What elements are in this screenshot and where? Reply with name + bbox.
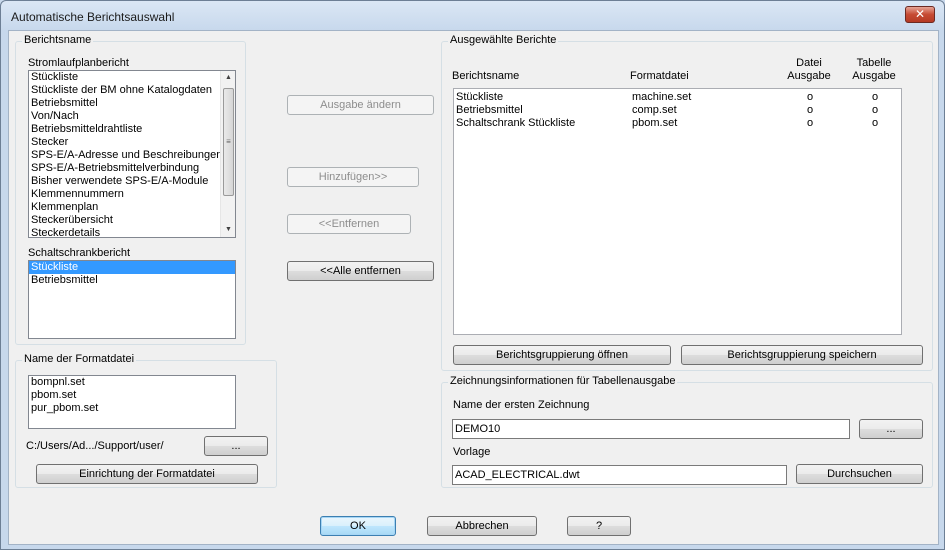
scroll-up-icon[interactable]: ▲: [221, 71, 235, 85]
schematic-list-item[interactable]: Von/Nach: [29, 110, 235, 123]
schematic-list-item[interactable]: Betriebsmittel: [29, 97, 235, 110]
schematic-report-label: Stromlaufplanbericht: [28, 57, 129, 69]
open-report-group-button[interactable]: Berichtsgruppierung öffnen: [453, 345, 671, 365]
schematic-list-item[interactable]: Steckerübersicht: [29, 214, 235, 227]
schematic-list-item[interactable]: Betriebsmitteldrahtliste: [29, 123, 235, 136]
cancel-button[interactable]: Abbrechen: [427, 516, 537, 536]
selected-reports-table[interactable]: Stückliste machine.set o o Betriebsmittel com…: [453, 88, 902, 335]
window-title: Automatische Berichtsauswahl: [11, 10, 175, 24]
panel-list-item[interactable]: Stückliste: [29, 261, 235, 274]
format-file-cell: pbom.set: [632, 117, 678, 129]
selected-reports-legend: Ausgewählte Berichte: [448, 34, 559, 46]
col-header-report-name: Berichtsname: [452, 70, 520, 82]
format-setup-button[interactable]: Einrichtung der Formatdatei: [36, 464, 258, 484]
dialog-window: Automatische Berichtsauswahl ✕ Berichtsn…: [0, 0, 945, 550]
first-drawing-input[interactable]: DEMO10: [452, 419, 850, 439]
col-header-table-output-2: Ausgabe: [852, 70, 896, 82]
table-output-cell: o: [871, 104, 879, 116]
remove-button[interactable]: <<Entfernen: [287, 214, 411, 234]
change-output-button[interactable]: Ausgabe ändern: [287, 95, 434, 115]
template-label: Vorlage: [453, 446, 491, 458]
table-output-cell: o: [871, 117, 879, 129]
file-output-cell: o: [806, 91, 814, 103]
schematic-list-item[interactable]: Stecker: [29, 136, 235, 149]
schematic-list-item[interactable]: Bisher verwendete SPS-E/A-Module: [29, 175, 235, 188]
schematic-list-item[interactable]: Steckerdetails: [29, 227, 235, 237]
report-name-cell: Betriebsmittel: [456, 104, 523, 116]
format-browse-button[interactable]: ...: [204, 436, 268, 456]
format-file-list[interactable]: bompnl.set pbom.set pur_pbom.set: [28, 375, 236, 429]
panel-report-label: Schaltschrankbericht: [28, 247, 131, 259]
file-output-cell: o: [806, 104, 814, 116]
format-file-cell: machine.set: [632, 91, 692, 103]
schematic-list-item[interactable]: SPS-E/A-Betriebsmittelverbindung: [29, 162, 235, 175]
schematic-list-item[interactable]: Klemmennummern: [29, 188, 235, 201]
file-output-cell: o: [806, 117, 814, 129]
format-list-item[interactable]: bompnl.set: [29, 376, 235, 389]
col-header-table-output-1: Tabelle: [856, 57, 892, 69]
first-drawing-label: Name der ersten Zeichnung: [453, 399, 590, 411]
dialog-client: Berichtsname Stromlaufplanbericht Stückl…: [8, 30, 939, 545]
col-header-file-output-1: Datei: [796, 57, 822, 69]
schematic-list-item[interactable]: SPS-E/A-Adresse und Beschreibungen: [29, 149, 235, 162]
table-row[interactable]: Schaltschrank Stückliste pbom.set o o: [454, 117, 901, 130]
help-button[interactable]: ?: [567, 516, 631, 536]
drawing-info-legend: Zeichnungsinformationen für Tabellenausg…: [448, 375, 678, 387]
ok-button[interactable]: OK: [320, 516, 396, 536]
format-file-legend: Name der Formatdatei: [22, 353, 137, 365]
panel-report-list[interactable]: Stückliste Betriebsmittel: [28, 260, 236, 339]
template-browse-button[interactable]: Durchsuchen: [796, 464, 923, 484]
col-header-format-file: Formatdatei: [630, 70, 689, 82]
report-name-legend: Berichtsname: [22, 34, 94, 46]
add-button[interactable]: Hinzufügen>>: [287, 167, 419, 187]
format-list-item[interactable]: pbom.set: [29, 389, 235, 402]
schematic-list-item[interactable]: Stückliste der BM ohne Katalogdaten: [29, 84, 235, 97]
table-row[interactable]: Stückliste machine.set o o: [454, 91, 901, 104]
save-report-group-button[interactable]: Berichtsgruppierung speichern: [681, 345, 923, 365]
close-icon: ✕: [914, 7, 926, 21]
format-path-text: C:/Users/Ad.../Support/user/: [26, 440, 164, 452]
schematic-list-item[interactable]: Stückliste: [29, 71, 235, 84]
schematic-list-scrollbar[interactable]: ▲ ≡ ▼: [220, 71, 235, 237]
format-list-item[interactable]: pur_pbom.set: [29, 402, 235, 415]
table-row[interactable]: Betriebsmittel comp.set o o: [454, 104, 901, 117]
table-output-cell: o: [871, 91, 879, 103]
remove-all-button[interactable]: <<Alle entfernen: [287, 261, 434, 281]
first-drawing-browse-button[interactable]: ...: [859, 419, 923, 439]
close-button[interactable]: ✕: [905, 6, 935, 23]
report-name-cell: Schaltschrank Stückliste: [456, 117, 576, 129]
col-header-file-output-2: Ausgabe: [787, 70, 831, 82]
panel-list-item[interactable]: Betriebsmittel: [29, 274, 235, 287]
scroll-thumb[interactable]: ≡: [223, 88, 234, 196]
report-name-cell: Stückliste: [456, 91, 504, 103]
format-file-cell: comp.set: [632, 104, 677, 116]
scroll-down-icon[interactable]: ▼: [221, 223, 235, 237]
schematic-report-list[interactable]: Stückliste Stückliste der BM ohne Katalog…: [28, 70, 236, 238]
schematic-list-item[interactable]: Klemmenplan: [29, 201, 235, 214]
template-input[interactable]: ACAD_ELECTRICAL.dwt: [452, 465, 787, 485]
